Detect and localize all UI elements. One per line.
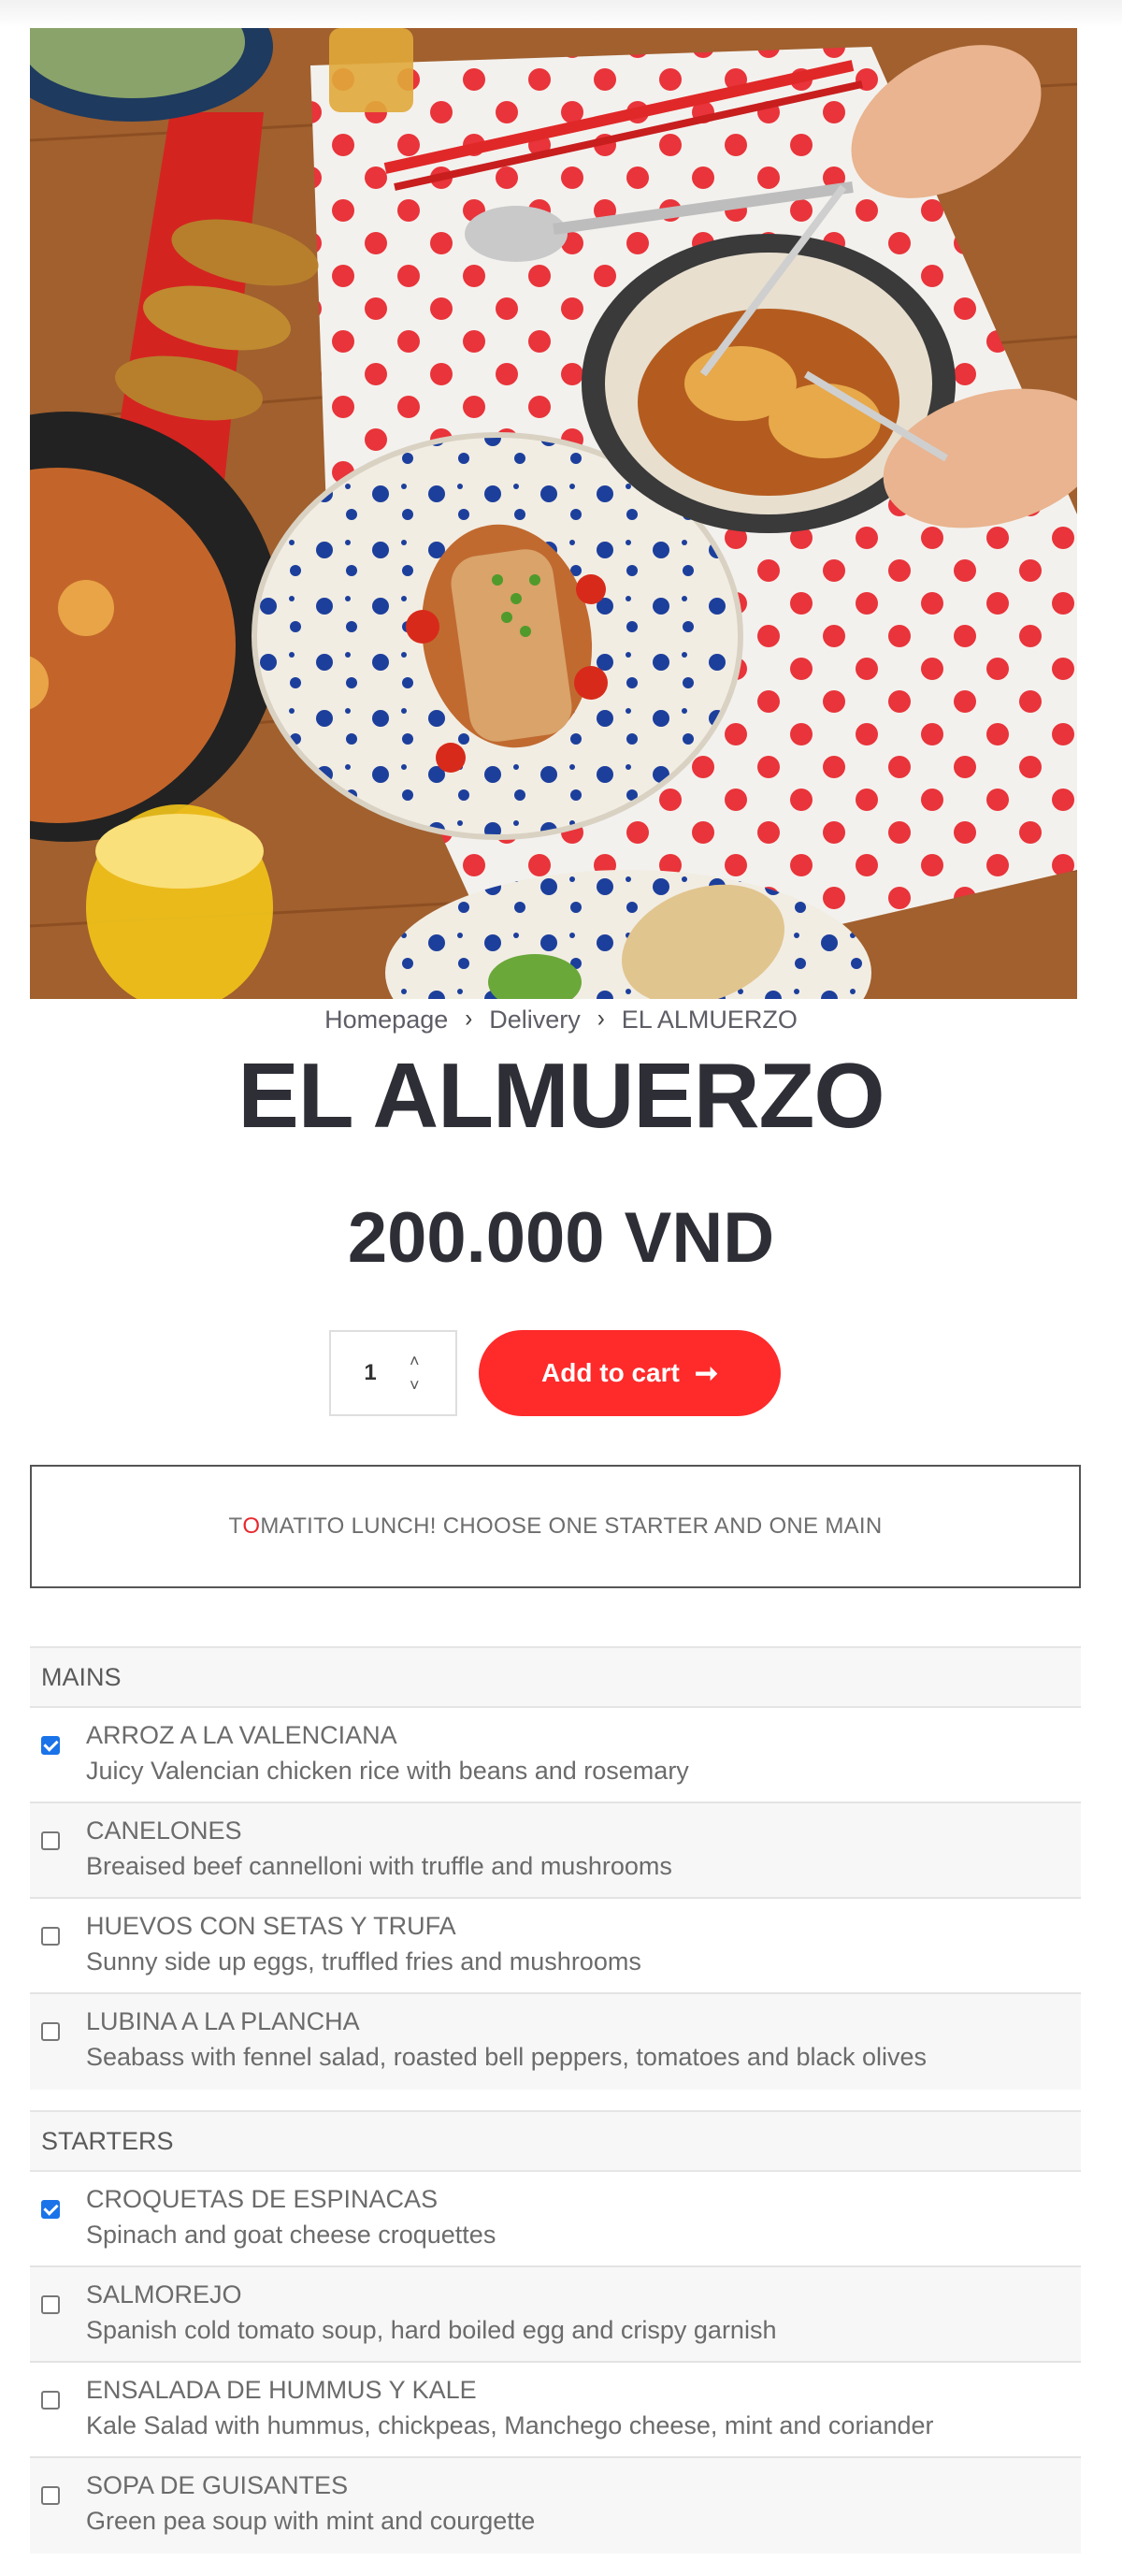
breadcrumb-current: EL ALMUERZO bbox=[621, 1005, 798, 1034]
option-name: SOPA DE GUISANTES bbox=[86, 2471, 349, 2499]
option-description: Green pea soup with mint and courgette bbox=[86, 2507, 536, 2535]
food-illustration bbox=[30, 28, 1077, 999]
option-checkbox[interactable] bbox=[41, 1927, 60, 1946]
breadcrumb: Homepage › Delivery › EL ALMUERZO bbox=[0, 1003, 1122, 1036]
option-name: CROQUETAS DE ESPINACAS bbox=[86, 2185, 439, 2213]
option-row[interactable]: HUEVOS CON SETAS Y TRUFA Sunny side up e… bbox=[30, 1899, 1081, 1994]
chevron-right-icon: › bbox=[597, 1005, 605, 1034]
option-description: Seabass with fennel salad, roasted bell … bbox=[86, 2043, 928, 2071]
top-fade bbox=[0, 0, 1122, 28]
add-to-cart-button[interactable]: Add to cart ➞ bbox=[479, 1330, 781, 1416]
option-description: Sunny side up eggs, truffled fries and m… bbox=[86, 1947, 641, 1975]
option-name: LUBINA A LA PLANCHA bbox=[86, 2007, 360, 2035]
option-description: Juicy Valencian chicken rice with beans … bbox=[86, 1757, 689, 1785]
option-row[interactable]: SOPA DE GUISANTES Green pea soup with mi… bbox=[30, 2458, 1081, 2554]
option-checkbox[interactable] bbox=[41, 2391, 60, 2410]
add-to-cart-label: Add to cart bbox=[541, 1358, 680, 1387]
option-checkbox[interactable] bbox=[41, 1736, 60, 1755]
chevron-down-icon[interactable]: ˅ bbox=[410, 1377, 420, 1394]
option-description: Spanish cold tomato soup, hard boiled eg… bbox=[86, 2316, 777, 2344]
arrow-right-icon: ➞ bbox=[694, 1357, 718, 1389]
option-row[interactable]: CANELONES Breaised beef cannelloni with … bbox=[30, 1803, 1081, 1899]
option-checkbox[interactable] bbox=[41, 2295, 60, 2314]
breadcrumb-delivery-link[interactable]: Delivery bbox=[489, 1006, 581, 1035]
chevron-up-icon[interactable]: ˄ bbox=[410, 1353, 420, 1369]
breadcrumb-homepage-link[interactable]: Homepage bbox=[324, 1006, 448, 1035]
option-row[interactable]: ENSALADA DE HUMMUS Y KALE Kale Salad wit… bbox=[30, 2363, 1081, 2458]
group-header-mains: MAINS bbox=[30, 1646, 1081, 1708]
option-row[interactable]: SALMOREJO Spanish cold tomato soup, hard… bbox=[30, 2267, 1081, 2363]
product-price: 200.000 VND bbox=[347, 1198, 775, 1278]
add-to-cart-row: 1 ˄ ˅ Add to cart ➞ bbox=[0, 1330, 1122, 1416]
option-name: CANELONES bbox=[86, 1816, 242, 1845]
option-name: ARROZ A LA VALENCIANA bbox=[86, 1721, 397, 1749]
option-description: Breaised beef cannelloni with truffle an… bbox=[86, 1852, 672, 1880]
option-name: SALMOREJO bbox=[86, 2280, 242, 2308]
quantity-stepper[interactable]: 1 ˄ ˅ bbox=[329, 1330, 457, 1416]
option-checkbox[interactable] bbox=[41, 2022, 60, 2041]
option-checkbox[interactable] bbox=[41, 2200, 60, 2219]
chevron-right-icon: › bbox=[465, 1005, 473, 1034]
group-header-starters: STARTERS bbox=[30, 2110, 1081, 2172]
option-description: Kale Salad with hummus, chickpeas, Manch… bbox=[86, 2411, 934, 2439]
product-title: EL ALMUERZO bbox=[237, 1044, 885, 1147]
option-checkbox[interactable] bbox=[41, 2486, 60, 2505]
option-row[interactable]: LUBINA A LA PLANCHA Seabass with fennel … bbox=[30, 1994, 1081, 2090]
option-name: HUEVOS CON SETAS Y TRUFA bbox=[86, 1912, 456, 1940]
option-row[interactable]: CROQUETAS DE ESPINACAS Spinach and goat … bbox=[30, 2172, 1081, 2267]
product-image bbox=[30, 28, 1077, 999]
option-checkbox[interactable] bbox=[41, 1831, 60, 1850]
notice-first-letter: T bbox=[228, 1513, 243, 1539]
notice-accent-letter: O bbox=[242, 1513, 261, 1539]
notice-text: MATITO LUNCH! CHOOSE ONE STARTER AND ONE… bbox=[260, 1513, 883, 1539]
option-description: Spinach and goat cheese croquettes bbox=[86, 2221, 496, 2249]
option-name: ENSALADA DE HUMMUS Y KALE bbox=[86, 2376, 477, 2404]
option-row[interactable]: ARROZ A LA VALENCIANA Juicy Valencian ch… bbox=[30, 1708, 1081, 1803]
quantity-value[interactable]: 1 bbox=[331, 1360, 410, 1386]
quantity-arrows: ˄ ˅ bbox=[410, 1353, 420, 1394]
menu-notice: T O MATITO LUNCH! CHOOSE ONE STARTER AND O… bbox=[30, 1465, 1081, 1588]
